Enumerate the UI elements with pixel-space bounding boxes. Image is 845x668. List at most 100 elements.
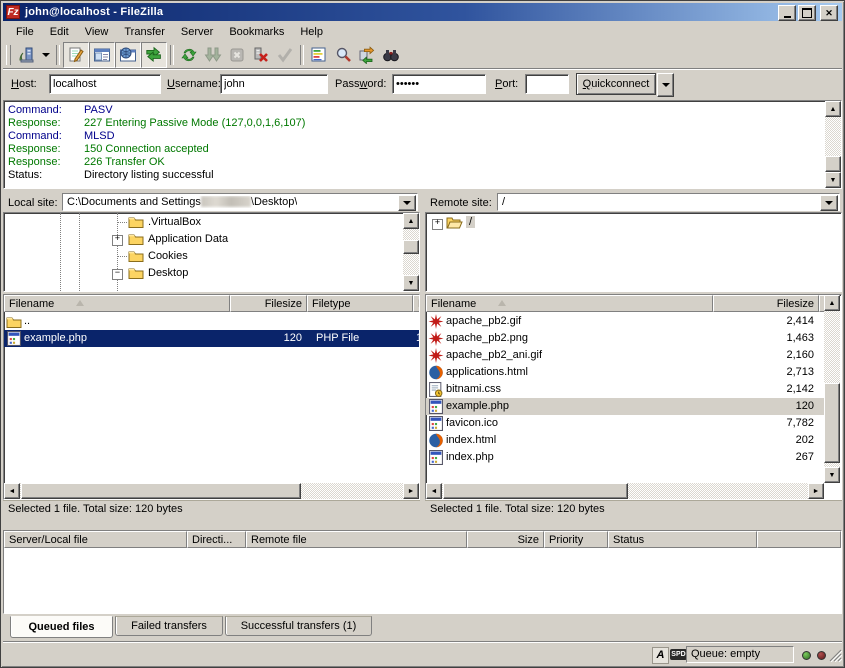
toolbar-gripper[interactable] bbox=[6, 45, 11, 65]
column-header-filename[interactable]: Filename bbox=[4, 295, 230, 312]
local-file-list[interactable]: Filename Filesize Filetype L .. example.… bbox=[3, 294, 420, 500]
scroll-right-button[interactable]: ► bbox=[808, 483, 824, 499]
scroll-thumb[interactable] bbox=[825, 156, 841, 172]
menu-server[interactable]: Server bbox=[173, 24, 221, 40]
resize-grip[interactable] bbox=[829, 649, 842, 662]
column-header-filetype[interactable]: Filetype bbox=[307, 295, 413, 312]
queue-header-server-local-file[interactable]: Server/Local file bbox=[4, 531, 187, 548]
toggle-message-log-button[interactable] bbox=[63, 42, 89, 68]
minimize-button[interactable] bbox=[778, 5, 796, 21]
process-queue-button[interactable] bbox=[201, 43, 225, 67]
sort-ascending-icon bbox=[76, 300, 84, 306]
file-row[interactable]: bitnami.css 2,142 bbox=[426, 381, 824, 398]
local-tree-icon bbox=[93, 46, 111, 64]
menu-help[interactable]: Help bbox=[292, 24, 331, 40]
file-row[interactable]: apache_pb2.png 1,463 bbox=[426, 330, 824, 347]
site-manager-button[interactable] bbox=[15, 43, 39, 67]
port-input[interactable] bbox=[525, 74, 569, 94]
scroll-left-button[interactable]: ◄ bbox=[4, 483, 20, 499]
queue-header-status[interactable]: Status bbox=[608, 531, 757, 548]
remote-site-combobox[interactable]: / bbox=[497, 193, 840, 211]
queue-header-direction[interactable]: Directi... bbox=[187, 531, 246, 548]
menu-view[interactable]: View bbox=[77, 24, 117, 40]
message-log: Command:PASV Response:227 Entering Passi… bbox=[3, 100, 842, 189]
expand-plus-icon[interactable]: + bbox=[112, 235, 123, 246]
file-row-example-php[interactable]: example.php 120 bbox=[426, 398, 824, 415]
toggle-remote-tree-button[interactable] bbox=[115, 42, 141, 68]
toggle-transfer-queue-button[interactable] bbox=[141, 42, 167, 68]
file-row[interactable]: index.html 202 bbox=[426, 432, 824, 449]
synchronized-browsing-button[interactable] bbox=[355, 43, 379, 67]
file-row-parent-dir[interactable]: .. bbox=[4, 313, 403, 330]
cancel-operation-button[interactable] bbox=[225, 43, 249, 67]
file-row[interactable]: applications.html 2,713 bbox=[426, 364, 824, 381]
queue-header-priority[interactable]: Priority bbox=[544, 531, 608, 548]
quickconnect-button[interactable]: Quickconnect bbox=[576, 73, 656, 95]
username-input[interactable] bbox=[220, 74, 328, 94]
scroll-up-button[interactable]: ▲ bbox=[824, 295, 840, 311]
quickconnect-dropdown-button[interactable] bbox=[657, 73, 674, 97]
transfer-queue-panel[interactable]: Server/Local file Directi... Remote file… bbox=[3, 530, 842, 614]
queue-header-size[interactable]: Size bbox=[467, 531, 544, 548]
chevron-down-icon bbox=[825, 201, 833, 205]
maximize-icon bbox=[802, 8, 812, 18]
apache-feather-icon bbox=[428, 314, 444, 329]
menu-bookmarks[interactable]: Bookmarks bbox=[221, 24, 292, 40]
scroll-thumb[interactable] bbox=[824, 383, 840, 463]
expand-plus-icon[interactable]: + bbox=[432, 219, 443, 230]
password-input[interactable] bbox=[392, 74, 486, 94]
column-header-filesize[interactable]: Filesize bbox=[713, 295, 819, 312]
menu-file[interactable]: File bbox=[8, 24, 42, 40]
local-tree-panel[interactable]: .VirtualBox + Application Data Cookies −… bbox=[3, 212, 420, 292]
menu-edit[interactable]: Edit bbox=[42, 24, 77, 40]
directory-comparison-button[interactable] bbox=[331, 43, 355, 67]
scroll-thumb[interactable] bbox=[403, 240, 419, 254]
transfer-type-icon[interactable]: A bbox=[652, 647, 669, 664]
file-row-example-php[interactable]: example.php 120 PHP File 1 bbox=[4, 330, 419, 347]
tab-successful-transfers[interactable]: Successful transfers (1) bbox=[225, 616, 372, 636]
remote-file-list[interactable]: Filename Filesize apache_pb2.gif 2,414 a… bbox=[425, 294, 842, 500]
remote-tree-panel[interactable]: + / bbox=[425, 212, 842, 292]
maximize-button[interactable] bbox=[798, 5, 816, 21]
file-row[interactable]: apache_pb2_ani.gif 2,160 bbox=[426, 347, 824, 364]
local-site-combobox[interactable]: C:\Documents and Settings\Desktop\ bbox=[62, 193, 418, 211]
file-row[interactable]: favicon.ico 7,782 bbox=[426, 415, 824, 432]
queue-header-remote-file[interactable]: Remote file bbox=[246, 531, 467, 548]
speed-limit-icon[interactable]: SPD bbox=[670, 649, 687, 660]
title-bar[interactable]: Fz john@localhost - FileZilla ✕ bbox=[3, 3, 842, 21]
remote-site-label: Remote site: bbox=[430, 197, 492, 209]
column-header-filename[interactable]: Filename bbox=[426, 295, 713, 312]
close-button[interactable]: ✕ bbox=[820, 5, 838, 21]
refresh-button[interactable] bbox=[177, 43, 201, 67]
column-header-filesize[interactable]: Filesize bbox=[230, 295, 307, 312]
column-header-lastmodified[interactable]: L bbox=[413, 295, 420, 312]
scroll-thumb[interactable] bbox=[443, 483, 628, 499]
host-input[interactable] bbox=[49, 74, 161, 94]
scroll-left-button[interactable]: ◄ bbox=[426, 483, 442, 499]
scroll-thumb[interactable] bbox=[21, 483, 301, 499]
scroll-up-button[interactable]: ▲ bbox=[403, 213, 419, 229]
scroll-down-button[interactable]: ▼ bbox=[403, 275, 419, 291]
tab-failed-transfers[interactable]: Failed transfers bbox=[115, 616, 223, 636]
toggle-local-tree-button[interactable] bbox=[89, 42, 115, 68]
ico-file-icon bbox=[428, 416, 444, 431]
tab-queued-files[interactable]: Queued files bbox=[10, 616, 113, 638]
scroll-down-button[interactable]: ▼ bbox=[824, 467, 840, 483]
file-row[interactable]: index.php 267 bbox=[426, 449, 824, 466]
log-line: Command:MLSD bbox=[8, 130, 115, 142]
directory-filters-button[interactable] bbox=[307, 43, 331, 67]
scroll-down-button[interactable]: ▼ bbox=[825, 172, 841, 188]
disconnect-button[interactable] bbox=[249, 43, 273, 67]
scroll-up-button[interactable]: ▲ bbox=[825, 101, 841, 117]
expand-minus-icon[interactable]: − bbox=[112, 269, 123, 280]
filezilla-logo-icon: Fz bbox=[6, 5, 20, 19]
scroll-right-button[interactable]: ► bbox=[403, 483, 419, 499]
local-site-dropdown-button[interactable] bbox=[398, 195, 416, 211]
find-files-button[interactable] bbox=[379, 43, 403, 67]
reconnect-button[interactable] bbox=[273, 43, 297, 67]
site-manager-dropdown-button[interactable] bbox=[39, 43, 53, 67]
remote-site-dropdown-button[interactable] bbox=[820, 195, 838, 211]
window-title: john@localhost - FileZilla bbox=[25, 6, 163, 18]
file-row[interactable]: apache_pb2.gif 2,414 bbox=[426, 313, 824, 330]
menu-transfer[interactable]: Transfer bbox=[116, 24, 173, 40]
